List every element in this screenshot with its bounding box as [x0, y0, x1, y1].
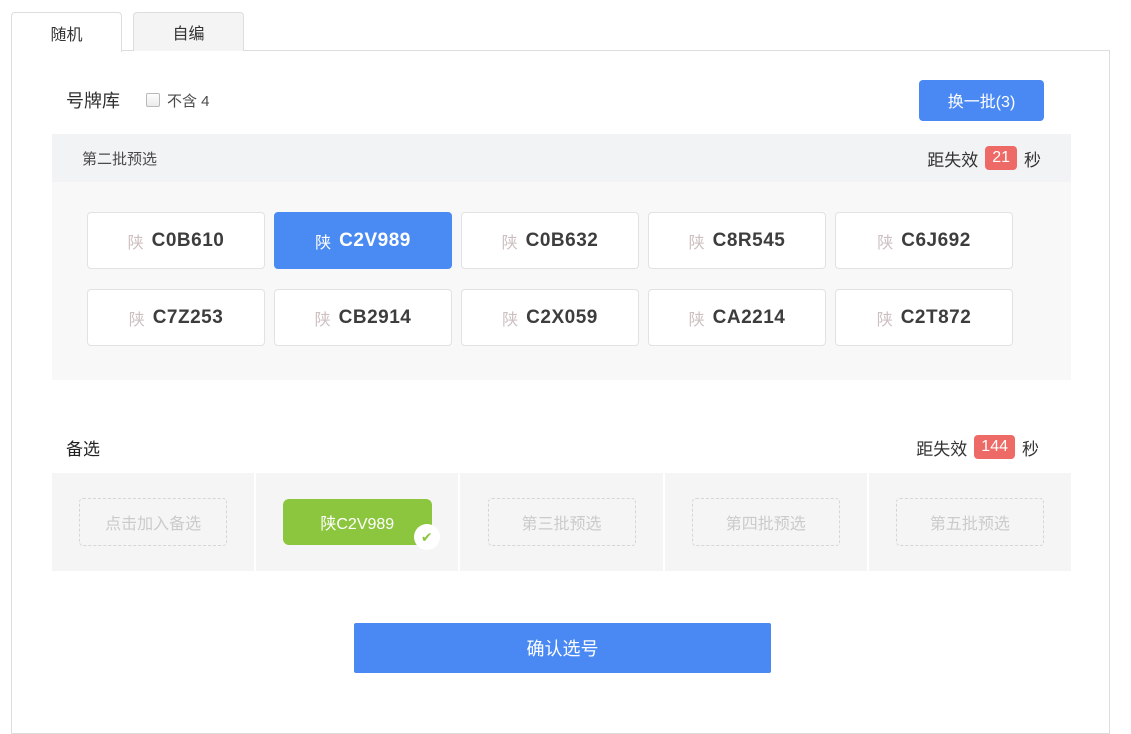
tab-content-panel: 号牌库 不含 4 换一批(3) 第二批预选 距失效 21 秒 陕	[11, 50, 1110, 734]
alternatives-header: 备选 距失效 144 秒	[66, 429, 1039, 465]
plate-prefix: 陕	[128, 229, 144, 253]
tab-random[interactable]: 随机	[11, 12, 122, 52]
plate-number: C0B610	[152, 230, 225, 252]
plate-card[interactable]: 陕 C6J692	[835, 212, 1013, 269]
refresh-batch-button[interactable]: 换一批(3)	[919, 80, 1044, 121]
plate-card[interactable]: 陕 C2X059	[461, 289, 639, 346]
exclude-4-option[interactable]: 不含 4	[146, 90, 210, 111]
alternatives-strip: 点击加入备选 陕C2V989 ✔ 第三批预选 第四批预选 第五批预选	[52, 473, 1071, 571]
plate-prefix: 陕	[689, 229, 705, 253]
plate-number: C6J692	[901, 230, 971, 252]
plate-selection-page: 随机 自编 号牌库 不含 4 换一批(3) 第二批预选 距失效 21 秒	[0, 0, 1131, 734]
plate-prefix: 陕	[315, 306, 331, 330]
confirm-selection-button[interactable]: 确认选号	[354, 623, 771, 673]
plate-card[interactable]: 陕 C7Z253	[87, 289, 265, 346]
selected-alternative-plate[interactable]: 陕C2V989 ✔	[283, 499, 432, 545]
alt-slot-4[interactable]: 第四批预选	[665, 473, 869, 571]
countdown-label: 距失效	[916, 435, 967, 460]
tab-bar: 随机 自编	[11, 12, 244, 52]
batch-5-placeholder-slot[interactable]: 第五批预选	[896, 498, 1044, 546]
batch-expiry-countdown: 距失效 21 秒	[927, 146, 1041, 171]
batch-header: 第二批预选 距失效 21 秒	[52, 134, 1071, 182]
plate-prefix: 陕	[689, 306, 705, 330]
batch-body: 陕 C0B610 陕 C2V989 陕 C0B632 陕 C8R545	[52, 182, 1071, 380]
plate-card[interactable]: 陕 C8R545	[648, 212, 826, 269]
countdown-unit: 秒	[1022, 435, 1039, 460]
alt-slot-3[interactable]: 第三批预选	[460, 473, 664, 571]
alt-slot-5[interactable]: 第五批预选	[869, 473, 1071, 571]
alt-slot-1[interactable]: 点击加入备选	[52, 473, 256, 571]
batch-title: 第二批预选	[82, 148, 157, 169]
plate-prefix: 陕	[315, 229, 331, 253]
batch-3-placeholder-slot[interactable]: 第三批预选	[488, 498, 636, 546]
plate-prefix: 陕	[502, 229, 518, 253]
plate-number: C7Z253	[153, 307, 224, 329]
exclude-4-checkbox[interactable]	[146, 93, 160, 107]
plate-number: C2V989	[339, 230, 411, 252]
plate-prefix: 陕	[502, 306, 518, 330]
tab-custom[interactable]: 自编	[133, 12, 244, 51]
selected-alternative-label: 陕C2V989	[320, 510, 394, 534]
plate-prefix: 陕	[877, 229, 893, 253]
countdown-value-badge: 144	[974, 435, 1015, 459]
plate-card[interactable]: 陕 CB2914	[274, 289, 452, 346]
plate-grid: 陕 C0B610 陕 C2V989 陕 C0B632 陕 C8R545	[87, 212, 1022, 346]
plate-number: CB2914	[339, 307, 412, 329]
countdown-value-badge: 21	[985, 146, 1017, 170]
batch-4-placeholder-slot[interactable]: 第四批预选	[692, 498, 840, 546]
alt-slot-2[interactable]: 陕C2V989 ✔	[256, 473, 460, 571]
plate-number: C8R545	[713, 230, 786, 252]
plate-card[interactable]: 陕 C0B610	[87, 212, 265, 269]
plate-number: C2T872	[901, 307, 972, 329]
plate-card[interactable]: 陕 C2V989	[274, 212, 452, 269]
plate-card[interactable]: 陕 C0B632	[461, 212, 639, 269]
plate-prefix: 陕	[877, 306, 893, 330]
alternatives-expiry-countdown: 距失效 144 秒	[916, 435, 1039, 460]
alternatives-title: 备选	[66, 435, 100, 460]
plate-card[interactable]: 陕 CA2214	[648, 289, 826, 346]
plate-library-label: 号牌库	[66, 87, 120, 113]
plate-prefix: 陕	[129, 306, 145, 330]
check-icon: ✔	[414, 524, 440, 550]
plate-number: CA2214	[713, 307, 786, 329]
plate-number: C2X059	[526, 307, 598, 329]
plate-card[interactable]: 陕 C2T872	[835, 289, 1013, 346]
countdown-unit: 秒	[1024, 146, 1041, 171]
add-to-alternatives-slot[interactable]: 点击加入备选	[79, 498, 227, 546]
plate-number: C0B632	[526, 230, 599, 252]
toolbar-row: 号牌库 不含 4 换一批(3)	[66, 78, 1044, 122]
exclude-4-label: 不含 4	[167, 90, 210, 111]
countdown-label: 距失效	[927, 146, 978, 171]
batch-section: 第二批预选 距失效 21 秒 陕 C0B610 陕 C2V989	[52, 134, 1071, 380]
